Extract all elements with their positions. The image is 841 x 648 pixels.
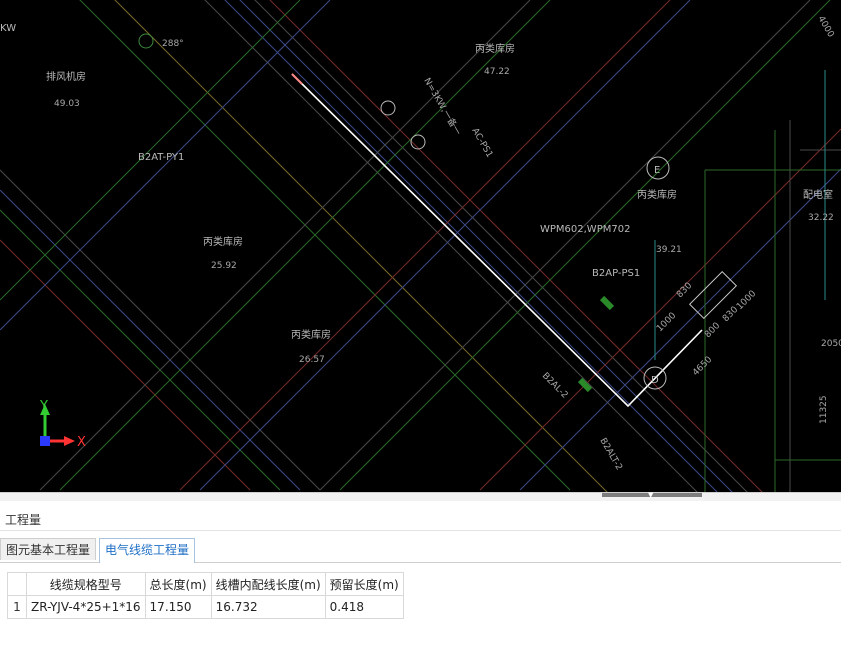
- panel-splitter[interactable]: ▼: [0, 492, 841, 501]
- ucs-y-label: Y: [39, 399, 48, 414]
- label-storeroom-4: 丙类库房: [637, 188, 677, 201]
- table-header-row: 线缆规格型号 总长度(m) 线槽内配线长度(m) 预留长度(m): [7, 572, 404, 596]
- label-dist-room: 配电室: [803, 188, 833, 201]
- cell-reserve-length[interactable]: 0.418: [324, 595, 404, 619]
- label-n-kw: N=3KW,一备一: [421, 76, 464, 138]
- tab-cable-quantity[interactable]: 电气线缆工程量: [99, 538, 196, 563]
- cell-cable-spec[interactable]: ZR-YJV-4*25+1*16: [26, 595, 146, 619]
- panel-title: 工程量: [5, 513, 42, 527]
- wall-line: [339, 0, 831, 491]
- row-number: 1: [7, 595, 27, 619]
- label-wpm: WPM602,WPM702: [540, 224, 630, 235]
- label-dim-800: 800: [703, 321, 722, 340]
- cad-drawing[interactable]: KW 排风机房 49.03 288° B2AT-PY1 丙类库房 47.22 丙…: [0, 0, 841, 492]
- label-axis-d: D: [651, 375, 659, 386]
- col-tray-length[interactable]: 线槽内配线长度(m): [210, 572, 326, 596]
- ucs-icon: Y X: [39, 399, 86, 450]
- cell-tray-length[interactable]: 16.732: [210, 595, 326, 619]
- wall-line: [269, 0, 763, 492]
- row-number-header: [7, 572, 27, 596]
- label-storeroom-1: 丙类库房: [475, 42, 515, 55]
- label-exhaust-room: 排风机房: [46, 70, 86, 83]
- label-storeroom-3: 丙类库房: [291, 328, 331, 341]
- wall-line: [179, 0, 671, 491]
- label-dim-11325: 11325: [819, 395, 829, 424]
- panel-tabs: 图元基本工程量 电气线缆工程量: [0, 537, 841, 563]
- label-b2alt-2: B2ALT-2: [597, 437, 623, 473]
- label-exhaust-area: 49.03: [54, 99, 80, 109]
- label-dim-830: 830: [675, 281, 694, 300]
- wall-line: [199, 0, 691, 491]
- label-area-4: 39.21: [656, 245, 682, 255]
- label-storeroom-2: 丙类库房: [203, 235, 243, 248]
- chevron-down-icon[interactable]: ▼: [648, 492, 653, 499]
- label-dim-1000b: 1000: [735, 289, 758, 312]
- cad-viewport[interactable]: KW 排风机房 49.03 288° B2AT-PY1 丙类库房 47.22 丙…: [0, 0, 841, 492]
- col-cable-spec[interactable]: 线缆规格型号: [26, 572, 146, 596]
- label-deg: 288°: [162, 39, 184, 49]
- wall-line: [0, 209, 281, 491]
- ucs-x-label: X: [77, 435, 86, 450]
- label-dim-4650: 4650: [691, 355, 714, 378]
- fan-symbol: [380, 100, 396, 116]
- wall-line: [0, 0, 301, 301]
- valve-symbol: [138, 33, 154, 49]
- wall-line: [519, 168, 841, 491]
- label-dim-2050: 2050: [821, 339, 841, 349]
- panel-title-bar: 工程量: [0, 507, 841, 531]
- label-axis-e: E: [654, 165, 660, 176]
- wall-line: [204, 0, 698, 492]
- label-ac-ps1: AC-PS1: [469, 127, 494, 160]
- label-area-1: 47.22: [484, 67, 510, 77]
- cable-route: [291, 73, 703, 408]
- cell-total-length[interactable]: 17.150: [144, 595, 212, 619]
- label-area-3: 26.57: [299, 355, 325, 365]
- tab-basic-quantity[interactable]: 图元基本工程量: [0, 538, 97, 560]
- label-b2ap-ps1: B2AP-PS1: [592, 268, 640, 279]
- table-row[interactable]: 1 ZR-YJV-4*25+1*16 17.150 16.732 0.418: [7, 595, 404, 619]
- col-reserve-length[interactable]: 预留长度(m): [324, 572, 404, 596]
- label-area-2: 25.92: [211, 261, 237, 271]
- fan-symbol: [410, 134, 426, 150]
- label-b2at-py1: B2AT-PY1: [138, 152, 184, 163]
- col-total-length[interactable]: 总长度(m): [144, 572, 212, 596]
- wall-line: [0, 239, 251, 491]
- panel-symbol: [599, 295, 615, 311]
- label-dist-area: 32.22: [808, 213, 834, 223]
- label-kw: KW: [0, 23, 16, 34]
- cable-quantity-table: 线缆规格型号 总长度(m) 线槽内配线长度(m) 预留长度(m) 1 ZR-YJ…: [7, 572, 404, 619]
- label-b2al-2: B2AL-2: [540, 371, 570, 401]
- label-dim-1000: 1000: [655, 311, 678, 334]
- wall-line: [319, 0, 811, 491]
- wall-line: [39, 0, 531, 491]
- label-dim-4000: 4000: [815, 15, 835, 40]
- wall-line: [59, 0, 551, 491]
